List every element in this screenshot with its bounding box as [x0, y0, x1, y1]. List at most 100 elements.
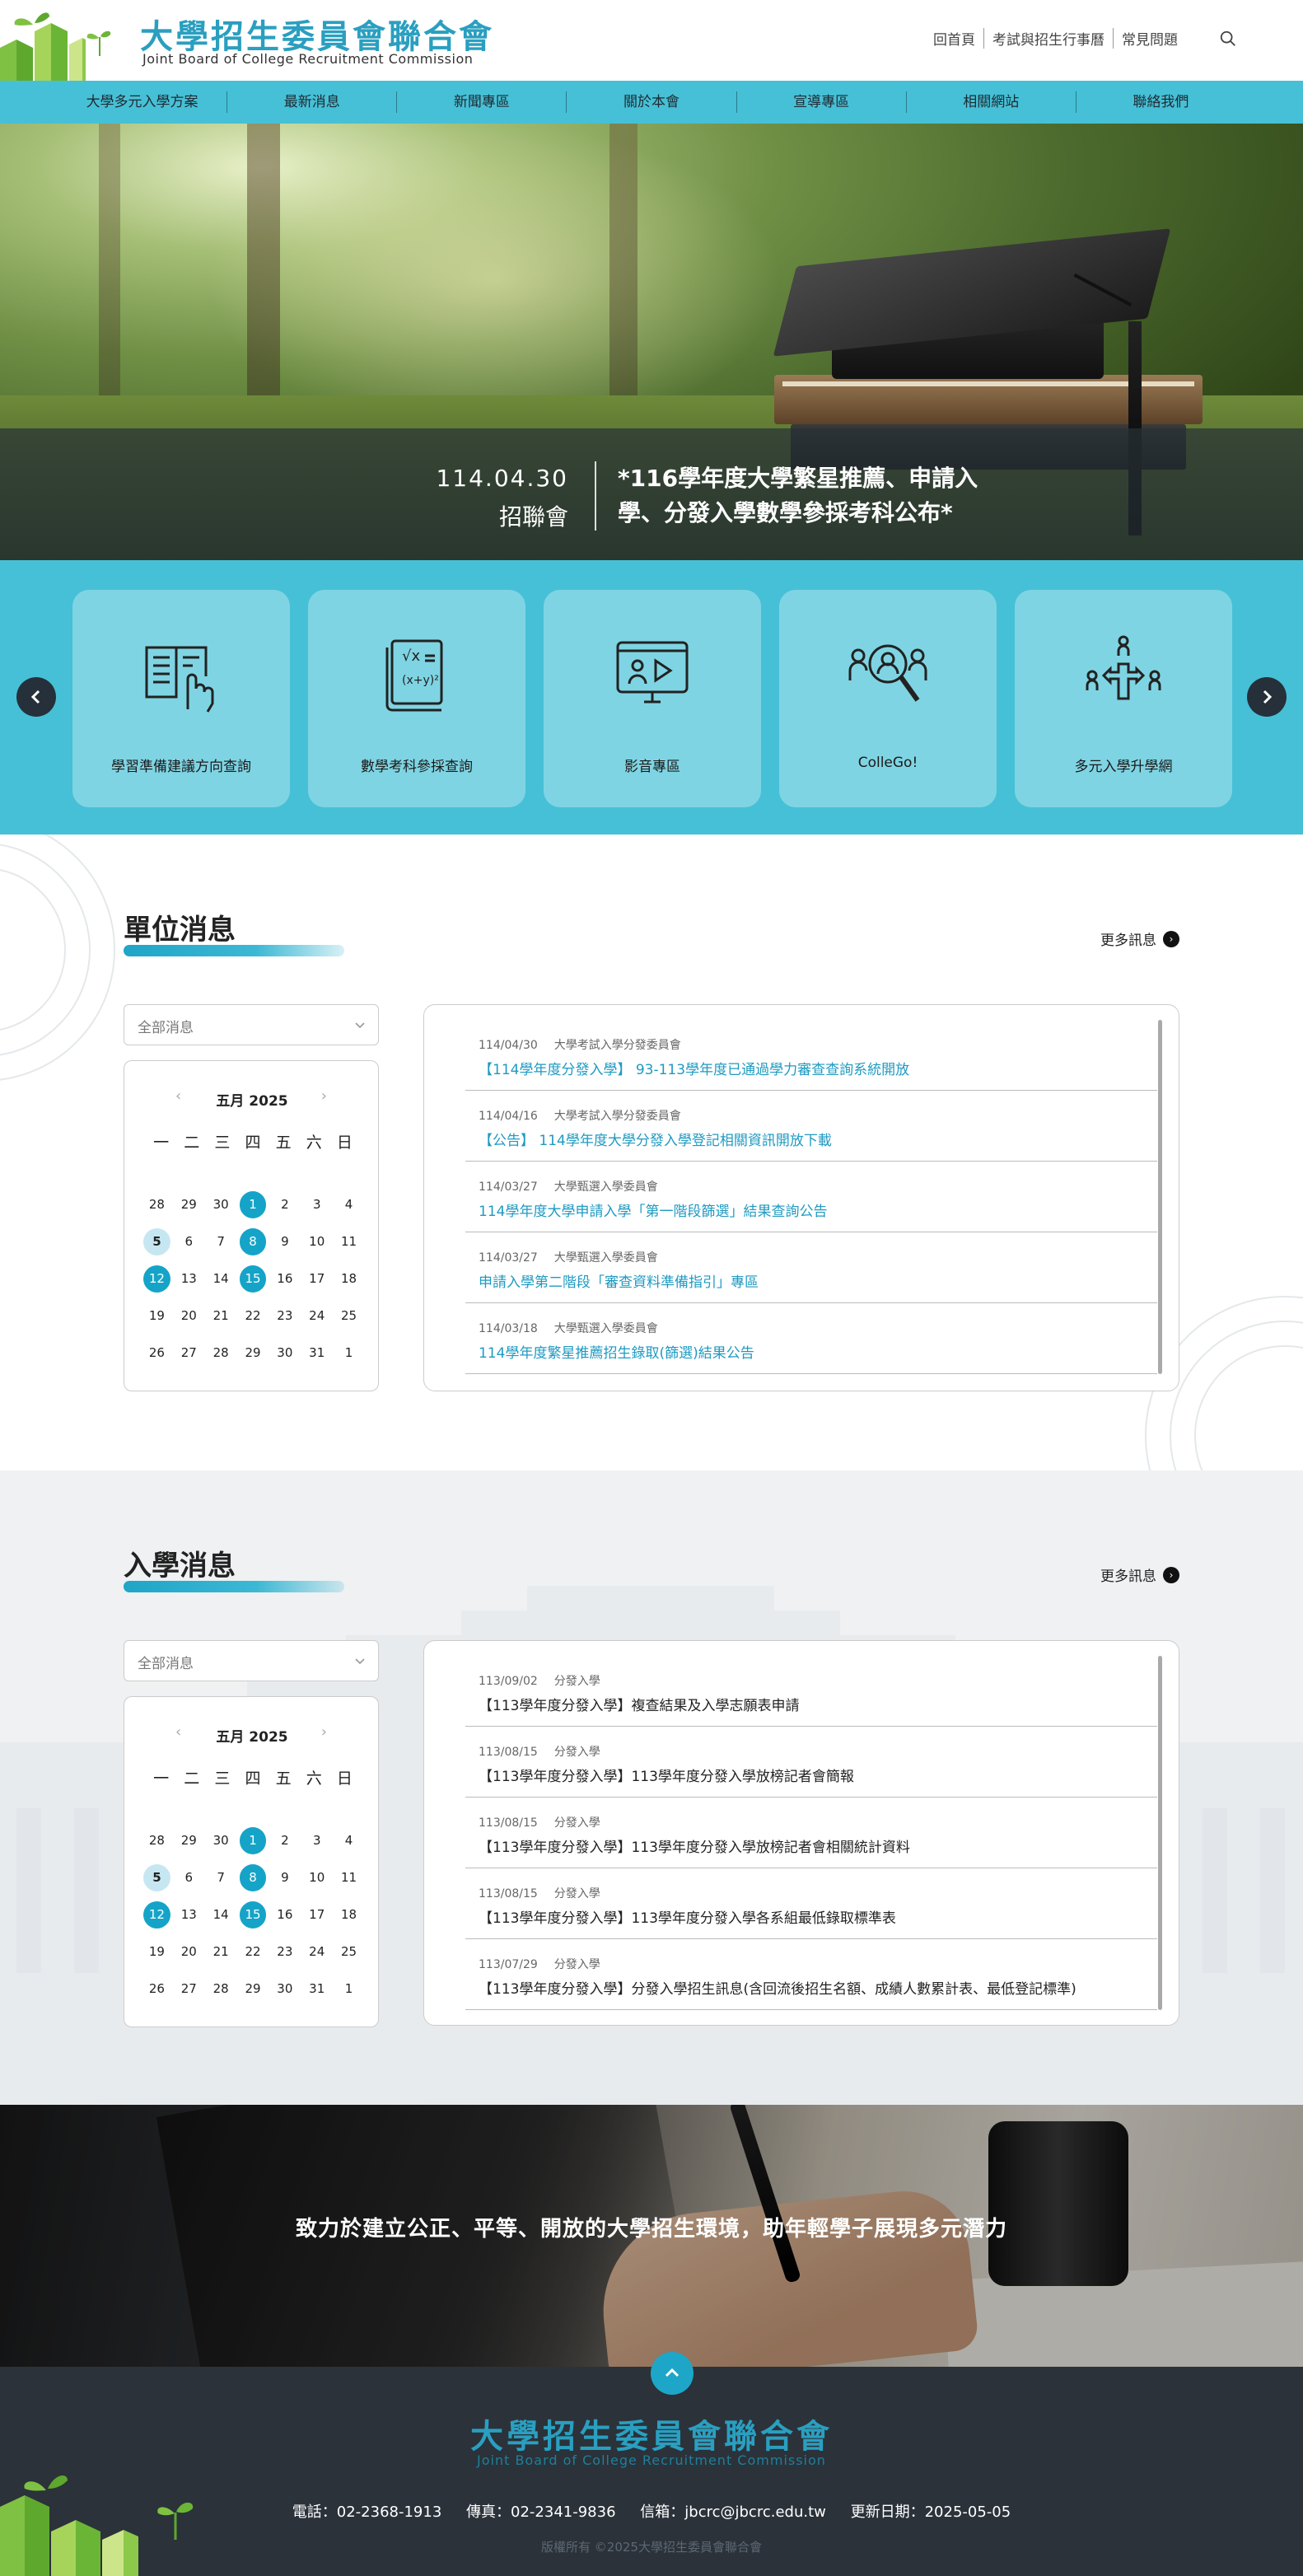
item-title[interactable]: 【113學年度分發入學】113學年度分發入學各系組最低錄取標準表	[479, 1906, 896, 1927]
calendar-day[interactable]: 30	[271, 1975, 298, 2003]
calendar-day[interactable]: 28	[208, 1339, 235, 1367]
calendar-day[interactable]: 25	[335, 1938, 362, 1966]
calendar-day[interactable]: 29	[175, 1827, 203, 1854]
calendar-day[interactable]: 30	[271, 1339, 298, 1367]
item-title[interactable]: 申請入學第二階段「審查資料準備指引」專區	[479, 1270, 759, 1291]
nav-item-latest-news[interactable]: 最新消息	[227, 91, 396, 113]
calendar-day[interactable]: 24	[303, 1302, 330, 1330]
calendar-day[interactable]: 19	[143, 1938, 170, 1966]
news-filter-select[interactable]: 全部消息	[124, 1004, 379, 1045]
calendar-day[interactable]: 17	[303, 1265, 330, 1293]
more-news-link[interactable]: 更多訊息 ›	[1100, 928, 1179, 949]
calendar-day[interactable]: 8	[239, 1864, 267, 1891]
item-title[interactable]: 114學年度大學申請入學「第一階段篩選」結果查詢公告	[479, 1199, 827, 1220]
calendar-day[interactable]: 6	[175, 1228, 203, 1255]
calendar-day[interactable]: 14	[208, 1265, 235, 1293]
calendar-day[interactable]: 1	[335, 1975, 362, 2003]
calendar-day[interactable]: 18	[335, 1265, 362, 1293]
list-scrollbar[interactable]	[1158, 1656, 1162, 2010]
calendar-day[interactable]: 10	[303, 1228, 330, 1255]
calendar-day[interactable]: 12	[143, 1265, 170, 1293]
nav-item-admission-plan[interactable]: 大學多元入學方案	[58, 91, 227, 113]
quick-link-collego[interactable]: ColleGo!	[779, 590, 997, 807]
home-link[interactable]: 回首頁	[925, 28, 983, 49]
faq-link[interactable]: 常見問題	[1113, 28, 1186, 49]
calendar-day[interactable]: 21	[208, 1302, 235, 1330]
calendar-day[interactable]: 10	[303, 1864, 330, 1891]
calendar-day[interactable]: 20	[175, 1938, 203, 1966]
calendar-day[interactable]: 6	[175, 1864, 203, 1891]
calendar-day[interactable]: 9	[271, 1864, 298, 1891]
quick-link-learning[interactable]: 學習準備建議方向查詢	[72, 590, 290, 807]
calendar-day[interactable]: 15	[239, 1265, 267, 1293]
calendar-day[interactable]: 15	[239, 1901, 267, 1928]
calendar-day[interactable]: 23	[271, 1938, 298, 1966]
back-to-top-button[interactable]	[651, 2352, 694, 2395]
calendar-day[interactable]: 22	[240, 1302, 267, 1330]
calendar-day[interactable]: 9	[271, 1228, 298, 1255]
calendar-day[interactable]: 31	[303, 1975, 330, 2003]
nav-item-contact[interactable]: 聯絡我們	[1075, 91, 1245, 113]
item-title[interactable]: 【公告】 114學年度大學分發入學登記相關資訊開放下載	[479, 1129, 832, 1149]
calendar-day[interactable]: 14	[208, 1901, 235, 1928]
quick-link-video[interactable]: 影音專區	[544, 590, 761, 807]
calendar-day[interactable]: 7	[208, 1864, 235, 1891]
calendar-day[interactable]: 25	[335, 1302, 362, 1330]
search-icon[interactable]	[1219, 30, 1237, 48]
calendar-day[interactable]: 29	[240, 1339, 267, 1367]
prev-arrow-button[interactable]	[16, 677, 56, 717]
news-filter-select[interactable]: 全部消息	[124, 1640, 379, 1681]
item-title[interactable]: 114學年度繁星推薦招生錄取(篩選)結果公告	[479, 1341, 754, 1362]
calendar-day[interactable]: 5	[143, 1864, 170, 1891]
list-scrollbar[interactable]	[1158, 1020, 1162, 1374]
calendar-day[interactable]: 28	[143, 1827, 170, 1854]
nav-item-promotion[interactable]: 宣導專區	[736, 91, 906, 113]
calendar-day[interactable]: 31	[303, 1339, 330, 1367]
next-arrow-button[interactable]	[1247, 677, 1287, 717]
calendar-day[interactable]: 17	[303, 1901, 330, 1928]
calendar-day[interactable]: 4	[335, 1827, 362, 1854]
calendar-day[interactable]: 1	[335, 1339, 362, 1367]
list-item[interactable]: 113/08/15 分發入學 【113學年度分發入學】113學年度分發入學放榜記者會…	[465, 1727, 1157, 1798]
nav-item-links[interactable]: 相關網站	[905, 91, 1076, 113]
calendar-day[interactable]: 20	[175, 1302, 203, 1330]
calendar-day[interactable]: 21	[208, 1938, 235, 1966]
calendar-day[interactable]: 16	[271, 1901, 298, 1928]
calendar-day[interactable]: 8	[239, 1228, 267, 1255]
calendar-next-button[interactable]: ›	[321, 1723, 327, 1741]
calendar-day[interactable]: 11	[335, 1864, 362, 1891]
footer-email[interactable]: 信箱：jbcrc@jbcrc.edu.tw	[640, 2504, 826, 2521]
list-item[interactable]: 114/04/30 大學考試入學分發委員會 【114學年度分發入學】 93-113學…	[465, 1020, 1157, 1091]
calendar-day[interactable]: 13	[175, 1265, 203, 1293]
calendar-day[interactable]: 28	[208, 1975, 235, 2003]
nav-item-press[interactable]: 新聞專區	[396, 91, 566, 113]
logo-icon[interactable]	[0, 7, 132, 81]
list-item[interactable]: 114/03/27 大學甄選入學委員會 申請入學第二階段「審查資料準備指引」專區	[465, 1232, 1157, 1303]
calendar-day[interactable]: 28	[143, 1191, 170, 1218]
calendar-day[interactable]: 23	[271, 1302, 298, 1330]
calendar-day[interactable]: 16	[271, 1265, 298, 1293]
item-title[interactable]: 【113學年度分發入學】分發入學招生訊息(含回流後招生名額、成績人數累計表、最低…	[479, 1977, 1076, 1998]
calendar-day[interactable]: 4	[335, 1191, 362, 1218]
quick-link-multi-admission[interactable]: 多元入學升學網	[1015, 590, 1232, 807]
calendar-day[interactable]: 2	[271, 1827, 298, 1854]
nav-item-about[interactable]: 關於本會	[566, 91, 736, 113]
calendar-day[interactable]: 3	[303, 1191, 330, 1218]
list-item[interactable]: 113/08/15 分發入學 【113學年度分發入學】113學年度分發入學各系組最低…	[465, 1868, 1157, 1939]
calendar-day[interactable]: 2	[271, 1191, 298, 1218]
quick-link-math[interactable]: √x (x+y)² 數學考科參採查詢	[308, 590, 525, 807]
more-news-link[interactable]: 更多訊息 ›	[1100, 1564, 1179, 1585]
calendar-day[interactable]: 3	[303, 1827, 330, 1854]
calendar-day[interactable]: 11	[335, 1228, 362, 1255]
calendar-day[interactable]: 29	[175, 1191, 203, 1218]
calendar-day[interactable]: 22	[240, 1938, 267, 1966]
list-item[interactable]: 113/08/15 分發入學 【113學年度分發入學】113學年度分發入學放榜記者會…	[465, 1798, 1157, 1868]
calendar-day[interactable]: 7	[208, 1228, 235, 1255]
calendar-day[interactable]: 5	[143, 1228, 170, 1255]
calendar-day[interactable]: 30	[208, 1827, 235, 1854]
item-title[interactable]: 【113學年度分發入學】複查結果及入學志願表申請	[479, 1694, 799, 1714]
calendar-day[interactable]: 24	[303, 1938, 330, 1966]
calendar-day[interactable]: 1	[239, 1827, 267, 1854]
calendar-link[interactable]: 考試與招生行事曆	[983, 28, 1113, 49]
calendar-day[interactable]: 27	[175, 1339, 203, 1367]
